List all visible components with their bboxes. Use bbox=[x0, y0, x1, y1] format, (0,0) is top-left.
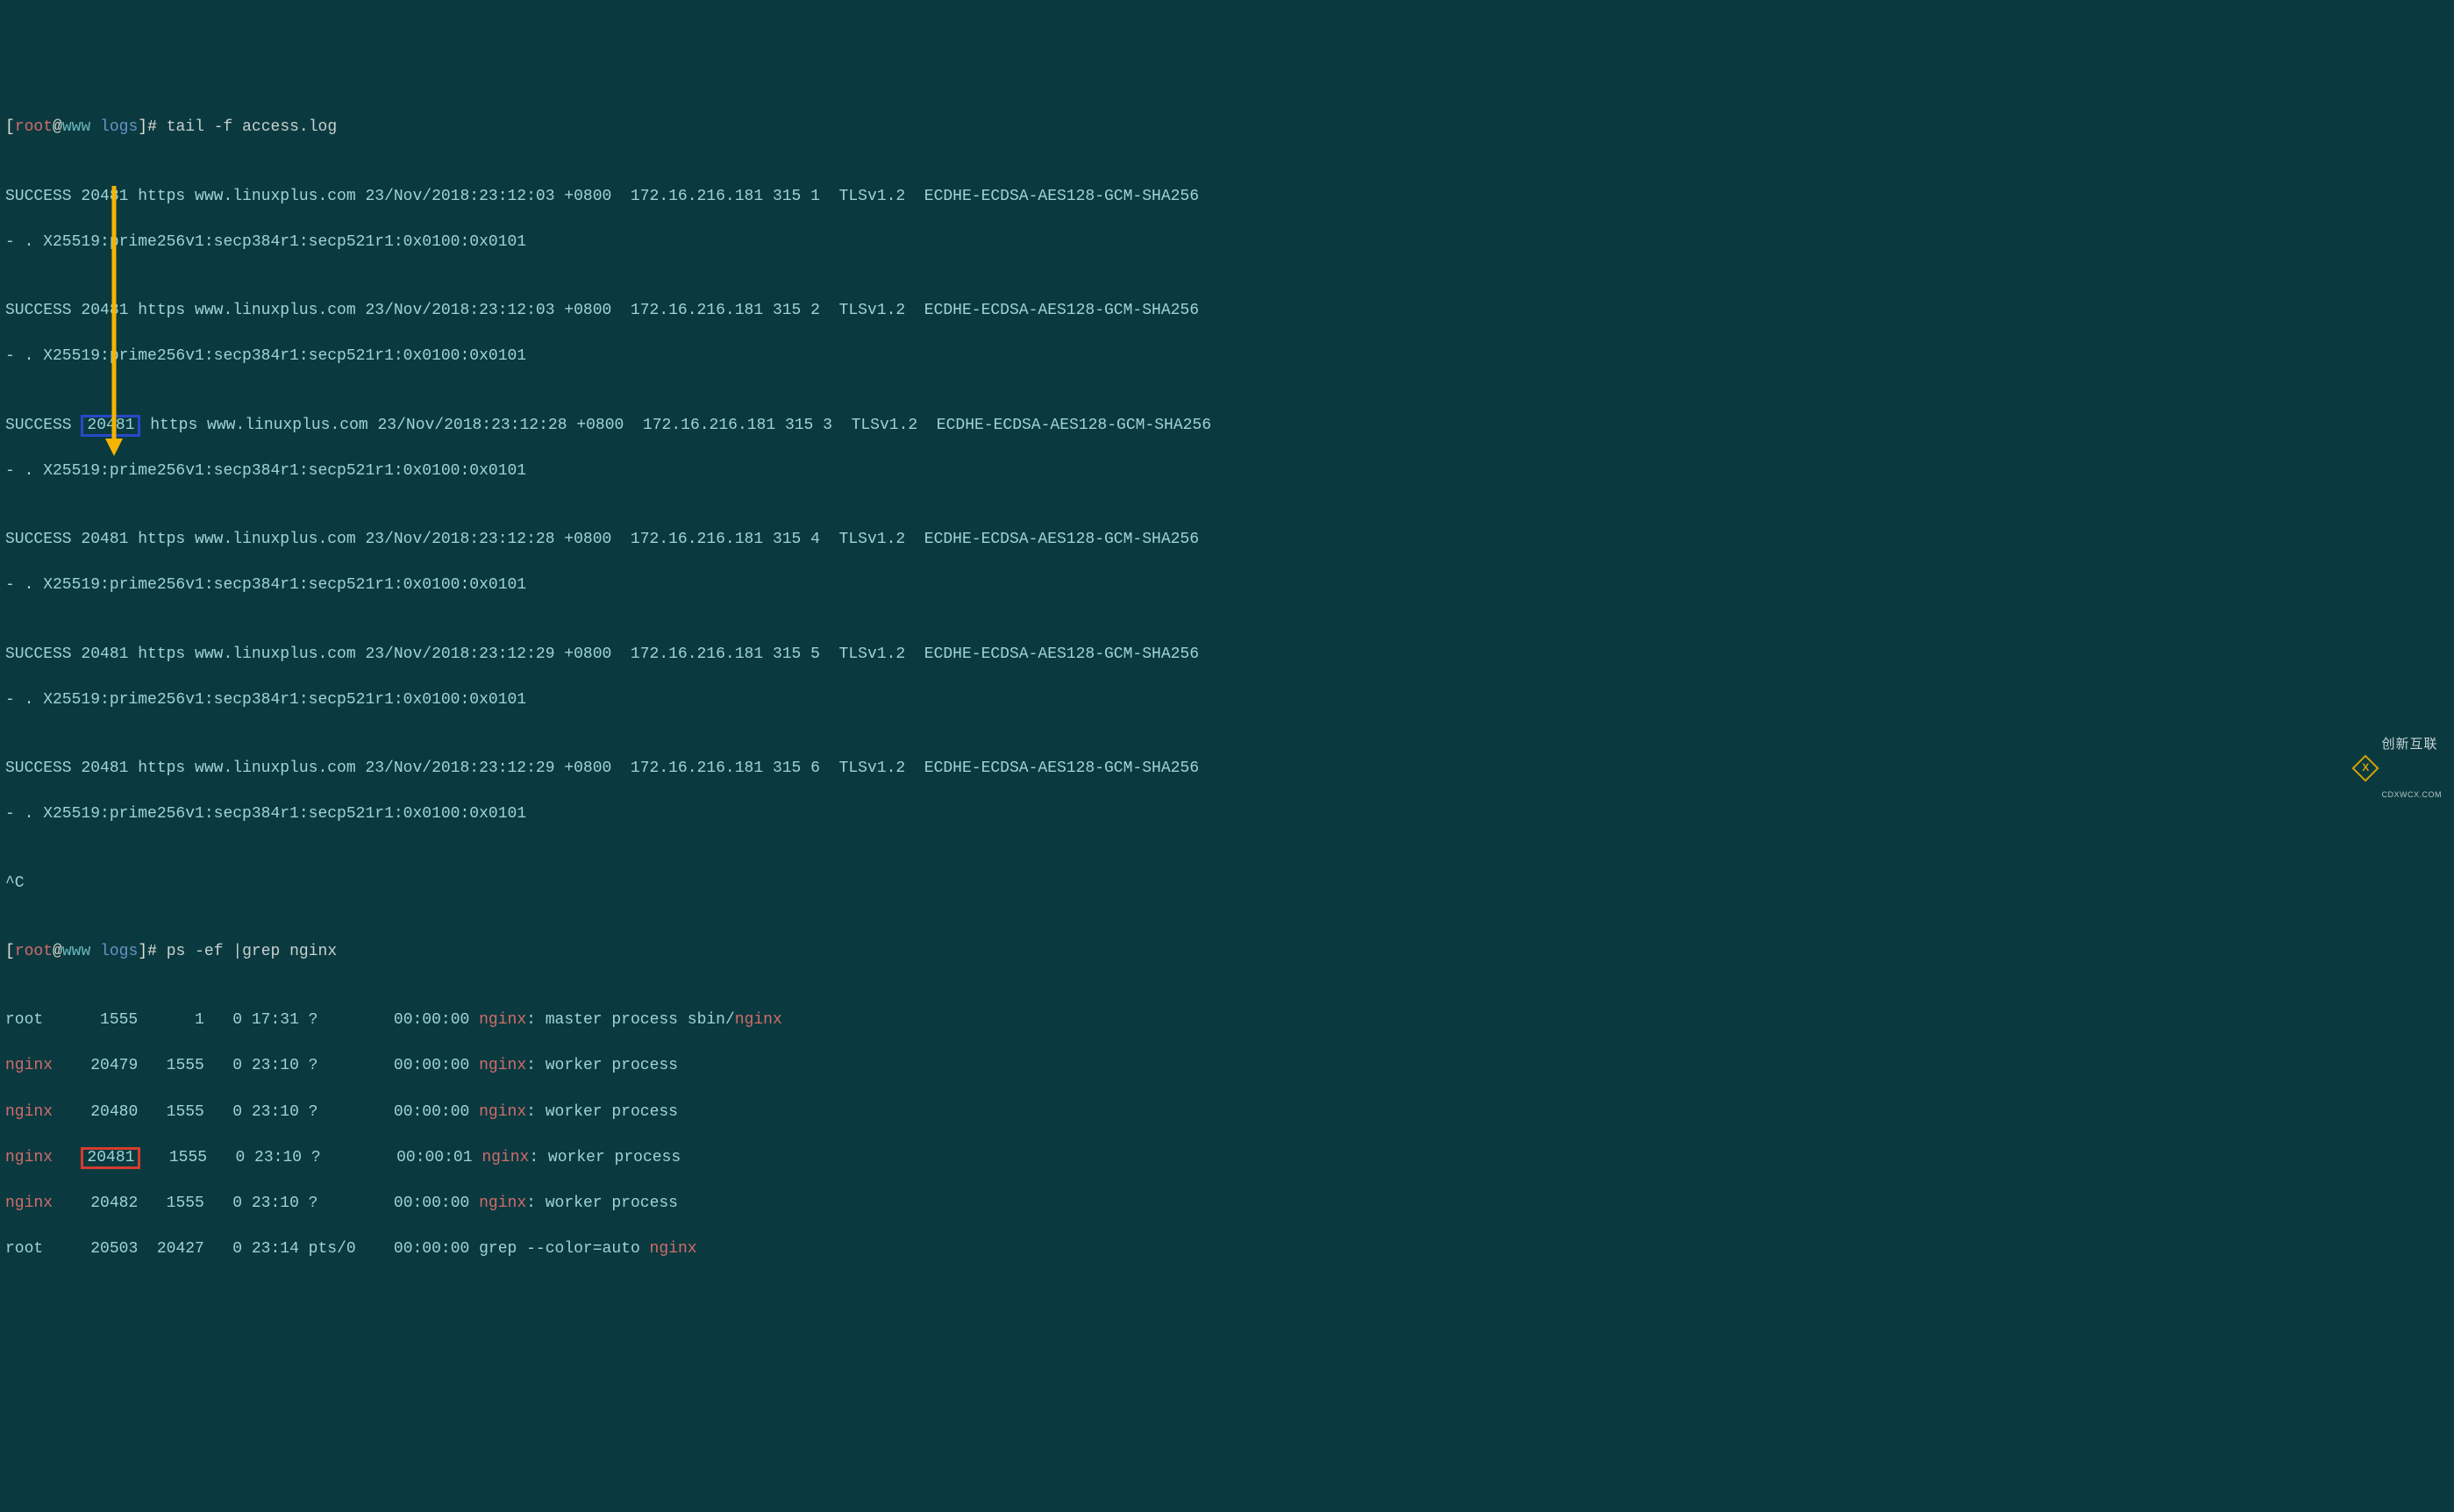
pid-highlight-red: 20481 bbox=[81, 1147, 140, 1170]
ps-pid-pad bbox=[53, 1195, 90, 1212]
log-line: - . X25519:prime256v1:secp384r1:secp521r… bbox=[5, 460, 2454, 482]
ps-pid-pad bbox=[43, 1011, 100, 1029]
prompt-dir: logs bbox=[100, 118, 138, 136]
watermark: X 创新互联 CDXWCX.COM bbox=[2356, 699, 2443, 837]
log-line: SUCCESS 20481 https www.linuxplus.com 23… bbox=[5, 757, 2454, 780]
log-line: - . X25519:prime256v1:secp384r1:secp521r… bbox=[5, 345, 2454, 367]
grep-match: nginx bbox=[479, 1057, 526, 1074]
prompt-user: root bbox=[15, 118, 53, 136]
grep-match: nginx bbox=[479, 1195, 526, 1212]
ps-user: nginx bbox=[5, 1057, 53, 1074]
prompt-line-2[interactable]: [root@www logs]# ps -ef |grep nginx bbox=[5, 940, 2454, 963]
ps-rest: 1555 0 23:10 ? 00:00:01 bbox=[140, 1149, 482, 1166]
watermark-text: 创新互联 CDXWCX.COM bbox=[2382, 699, 2443, 837]
ps-user: root bbox=[5, 1240, 43, 1258]
ps-row: root 1555 1 0 17:31 ? 00:00:00 nginx: ma… bbox=[5, 1009, 2454, 1031]
command-ps: ps -ef |grep nginx bbox=[167, 943, 337, 960]
ps-user: nginx bbox=[5, 1195, 53, 1212]
prompt-user: root bbox=[15, 943, 53, 960]
ps-pid: 1555 bbox=[100, 1011, 138, 1029]
pid-highlight-blue: 20481 bbox=[81, 415, 140, 438]
space bbox=[90, 943, 100, 960]
ps-pid: 20480 bbox=[90, 1103, 138, 1121]
grep-match: nginx bbox=[479, 1011, 526, 1029]
ps-row: nginx 20482 1555 0 23:10 ? 00:00:00 ngin… bbox=[5, 1192, 2454, 1215]
prompt-host: www bbox=[62, 943, 90, 960]
bracket-close: ] bbox=[138, 118, 147, 136]
bracket-open: [ bbox=[5, 943, 15, 960]
log-line-highlighted: SUCCESS 20481 https www.linuxplus.com 23… bbox=[5, 414, 2454, 437]
ps-rest: : worker process bbox=[526, 1103, 678, 1121]
watermark-line1: 创新互联 bbox=[2382, 735, 2443, 754]
ps-rest: : master process sbin/ bbox=[526, 1011, 735, 1029]
ps-rest: 1555 0 23:10 ? 00:00:00 bbox=[138, 1103, 479, 1121]
ps-user: nginx bbox=[5, 1103, 53, 1121]
ctrl-c: ^C bbox=[5, 872, 2454, 895]
grep-match: nginx bbox=[482, 1149, 529, 1166]
space bbox=[90, 118, 100, 136]
ps-row: nginx 20480 1555 0 23:10 ? 00:00:00 ngin… bbox=[5, 1101, 2454, 1123]
ps-pid-pad bbox=[43, 1240, 90, 1258]
ps-user: nginx bbox=[5, 1149, 53, 1166]
log-line: SUCCESS 20481 https www.linuxplus.com 23… bbox=[5, 299, 2454, 322]
ps-pid: 20503 bbox=[90, 1240, 138, 1258]
ps-rest: 1 0 17:31 ? 00:00:00 bbox=[138, 1011, 479, 1029]
ps-row-highlighted: nginx 20481 1555 0 23:10 ? 00:00:01 ngin… bbox=[5, 1146, 2454, 1169]
grep-match: nginx bbox=[479, 1103, 526, 1121]
ps-rest: 1555 0 23:10 ? 00:00:00 bbox=[138, 1057, 479, 1074]
prompt-host: www bbox=[62, 118, 90, 136]
ps-pid: 20479 bbox=[90, 1057, 138, 1074]
command-tail: tail -f access.log bbox=[167, 118, 337, 136]
log-line: SUCCESS 20481 https www.linuxplus.com 23… bbox=[5, 643, 2454, 666]
ps-pid-pad bbox=[53, 1057, 90, 1074]
log-suffix: https www.linuxplus.com 23/Nov/2018:23:1… bbox=[140, 417, 1211, 434]
prompt-hash: # bbox=[147, 118, 167, 136]
at-sign: @ bbox=[53, 118, 62, 136]
prompt-hash: # bbox=[147, 943, 167, 960]
prompt-line-1[interactable]: [root@www logs]# tail -f access.log bbox=[5, 116, 2454, 139]
ps-row: nginx 20479 1555 0 23:10 ? 00:00:00 ngin… bbox=[5, 1054, 2454, 1077]
bracket-close: ] bbox=[138, 943, 147, 960]
log-prefix: SUCCESS bbox=[5, 417, 81, 434]
ps-row: root 20503 20427 0 23:14 pts/0 00:00:00 … bbox=[5, 1237, 2454, 1260]
ps-rest: : worker process bbox=[529, 1149, 681, 1166]
ps-rest: 20427 0 23:14 pts/0 00:00:00 grep --colo… bbox=[138, 1240, 649, 1258]
ps-user: root bbox=[5, 1011, 43, 1029]
at-sign: @ bbox=[53, 943, 62, 960]
log-line: SUCCESS 20481 https www.linuxplus.com 23… bbox=[5, 185, 2454, 208]
log-line: - . X25519:prime256v1:secp384r1:secp521r… bbox=[5, 688, 2454, 711]
log-line: - . X25519:prime256v1:secp384r1:secp521r… bbox=[5, 574, 2454, 596]
grep-match: nginx bbox=[650, 1240, 697, 1258]
prompt-dir: logs bbox=[100, 943, 138, 960]
bracket-open: [ bbox=[5, 118, 15, 136]
ps-rest: : worker process bbox=[526, 1057, 678, 1074]
log-line: - . X25519:prime256v1:secp384r1:secp521r… bbox=[5, 231, 2454, 253]
ps-pid-pad bbox=[53, 1103, 90, 1121]
watermark-line2: CDXWCX.COM bbox=[2382, 789, 2443, 801]
log-line: - . X25519:prime256v1:secp384r1:secp521r… bbox=[5, 802, 2454, 825]
ps-pid-pad bbox=[53, 1149, 81, 1166]
grep-match: nginx bbox=[735, 1011, 782, 1029]
log-line: SUCCESS 20481 https www.linuxplus.com 23… bbox=[5, 528, 2454, 551]
ps-rest: : worker process bbox=[526, 1195, 678, 1212]
ps-rest: 1555 0 23:10 ? 00:00:00 bbox=[138, 1195, 479, 1212]
watermark-logo-icon: X bbox=[2351, 754, 2379, 781]
ps-pid: 20482 bbox=[90, 1195, 138, 1212]
